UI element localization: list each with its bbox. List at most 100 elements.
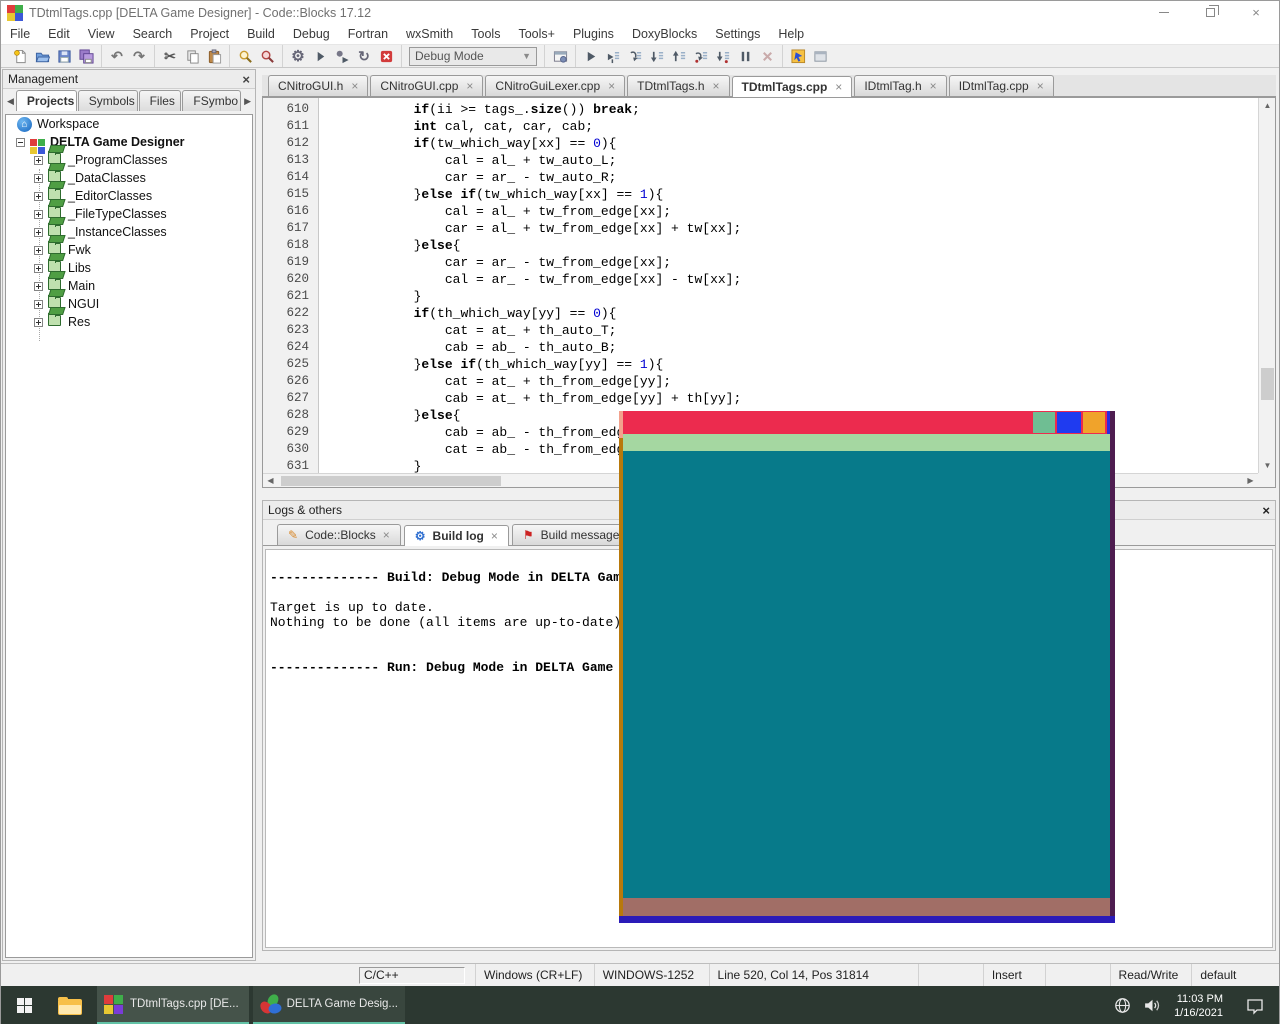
find-button[interactable] [234,46,256,66]
tree-expander-icon[interactable] [34,282,43,291]
file-explorer-button[interactable] [47,986,93,1024]
editor-tab-idtmltagh[interactable]: IDtmlTag.h× [854,75,946,96]
taskbar-clock[interactable]: 11:03 PM 1/16/2021 [1174,992,1223,1020]
debug-break-button[interactable] [734,46,756,66]
menu-fortran[interactable]: Fortran [339,25,397,43]
debug-step-into-instruction-button[interactable] [712,46,734,66]
menu-doxyblocks[interactable]: DoxyBlocks [623,25,706,43]
tree-item-dataclasses[interactable]: _DataClasses [6,169,252,187]
copy-button[interactable] [181,46,203,66]
scroll-down-icon[interactable]: ▼ [1259,458,1276,473]
menu-tools[interactable]: Tools+ [509,25,563,43]
new-file-button[interactable] [9,46,31,66]
restore-button[interactable] [1187,1,1233,24]
build-target-options-button[interactable] [549,46,571,66]
tree-item-main[interactable]: Main [6,277,252,295]
tree-expander-icon[interactable] [34,264,43,273]
taskbar-button-deltagamedes[interactable]: DELTA Game Desig... [253,986,405,1024]
tree-expander-icon[interactable] [34,246,43,255]
scroll-up-icon[interactable]: ▲ [1259,98,1276,113]
tab-close-icon[interactable]: × [713,79,720,93]
editor-vertical-scrollbar[interactable]: ▲ ▼ [1258,98,1275,473]
tab-scroll-left-icon[interactable]: ◀ [5,92,16,111]
debug-next-line-button[interactable] [624,46,646,66]
tab-close-icon[interactable]: × [835,80,842,94]
tree-item-res[interactable]: Res [6,313,252,331]
rebuild-button[interactable]: ↻ [353,46,375,66]
management-close-icon[interactable]: × [242,72,250,87]
menu-project[interactable]: Project [181,25,238,43]
minimize-button[interactable] [1141,1,1187,24]
editor-tab-idtmltagcpp[interactable]: IDtmlTag.cpp× [949,75,1054,96]
tree-expander-icon[interactable] [34,174,43,183]
build-target-combobox[interactable]: Debug Mode▼ [409,47,537,66]
log-tab-buildlog[interactable]: ⚙Build log× [404,525,509,546]
debug-next-instruction-button[interactable] [690,46,712,66]
menu-plugins[interactable]: Plugins [564,25,623,43]
cut-button[interactable]: ✂ [159,46,181,66]
menu-build[interactable]: Build [238,25,284,43]
log-tab-codeblocks[interactable]: ✎Code::Blocks× [277,524,401,545]
game-preview-window[interactable] [619,411,1115,923]
tree-item-instanceclasses[interactable]: _InstanceClasses [6,223,252,241]
preview-green-button[interactable] [1033,412,1055,433]
tab-close-icon[interactable]: × [466,79,473,93]
tree-expander-icon[interactable] [34,192,43,201]
wxsmith-button[interactable] [787,46,809,66]
editor-tab-cnitroguih[interactable]: CNitroGUI.h× [268,75,368,96]
replace-button[interactable] [256,46,278,66]
menu-help[interactable]: Help [769,25,813,43]
tree-item-filetypeclasses[interactable]: _FileTypeClasses [6,205,252,223]
debug-step-into-button[interactable] [646,46,668,66]
tree-item-ngui[interactable]: NGUI [6,295,252,313]
undo-button[interactable]: ↶ [106,46,128,66]
tree-item-programclasses[interactable]: _ProgramClasses [6,151,252,169]
tree-item-libs[interactable]: Libs [6,259,252,277]
debug-run-to-cursor-button[interactable] [602,46,624,66]
menu-wxsmith[interactable]: wxSmith [397,25,462,43]
horizontal-scroll-thumb[interactable] [281,476,501,486]
tab-close-icon[interactable]: × [1037,79,1044,93]
editor-tab-tdtmltagsh[interactable]: TDtmlTags.h× [627,75,729,96]
scroll-right-icon[interactable]: ▶ [1243,474,1258,488]
management-tab-symbols[interactable]: Symbols [78,90,138,111]
management-tab-projects[interactable]: Projects [16,90,77,111]
open-file-button[interactable] [31,46,53,66]
menu-view[interactable]: View [79,25,124,43]
editor-tab-tdtmltagscpp[interactable]: TDtmlTags.cpp× [732,76,853,97]
debug-stop-button[interactable] [756,46,778,66]
tree-expander-icon[interactable] [34,156,43,165]
tab-close-icon[interactable]: × [351,79,358,93]
debug-step-out-button[interactable] [668,46,690,66]
tree-item-editorclasses[interactable]: _EditorClasses [6,187,252,205]
save-button[interactable] [53,46,75,66]
tree-item-project[interactable]: DELTA Game Designer [6,133,252,151]
build-and-run-button[interactable] [331,46,353,66]
menu-settings[interactable]: Settings [706,25,769,43]
start-button[interactable] [1,986,47,1024]
taskbar-button-tdtmltagscpp[interactable]: TDtmlTags.cpp [DE... [97,986,249,1024]
tab-close-icon[interactable]: × [491,529,498,543]
debug-continue-button[interactable] [580,46,602,66]
speaker-icon[interactable] [1143,997,1162,1014]
paste-button[interactable] [203,46,225,66]
editor-tab-cnitroguilexercpp[interactable]: CNitroGuiLexer.cpp× [485,75,625,96]
management-tab-fsymbo[interactable]: FSymbo [182,90,241,111]
redo-button[interactable]: ↷ [128,46,150,66]
abort-button[interactable] [375,46,397,66]
tree-item-workspace[interactable]: ⌂Workspace [6,115,252,133]
menu-debug[interactable]: Debug [284,25,339,43]
menu-tools[interactable]: Tools [462,25,509,43]
save-all-button[interactable] [75,46,97,66]
logs-close-icon[interactable]: × [1262,503,1270,518]
notification-icon[interactable] [1245,997,1265,1015]
scroll-left-icon[interactable]: ◀ [263,474,278,488]
tree-item-fwk[interactable]: Fwk [6,241,252,259]
tree-expander-icon[interactable] [34,210,43,219]
tree-expander-icon[interactable] [34,318,43,327]
preview-blue-button[interactable] [1057,412,1081,433]
tree-expander-icon[interactable] [34,300,43,309]
tab-close-icon[interactable]: × [930,79,937,93]
tab-close-icon[interactable]: × [383,528,390,542]
tab-close-icon[interactable]: × [608,79,615,93]
